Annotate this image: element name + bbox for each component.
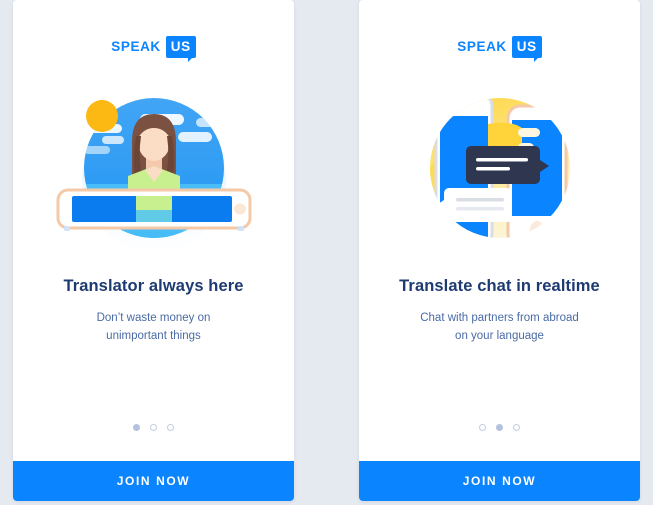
card-subtitle-line-1: Don’t waste money on [96, 312, 211, 324]
dark-chat-bubble [465, 146, 549, 184]
card-subtitle-line-2: on your language [455, 329, 544, 342]
card-subtitle-line-1: Chat with partners from abroad [420, 312, 579, 324]
illustration-woman-with-laptop [34, 80, 274, 255]
pagination-dot-2[interactable] [150, 424, 157, 431]
card-subtitle: Chat with partners from abroad on your l… [420, 310, 579, 346]
brand-logo: SPEAK US [457, 36, 542, 62]
card-subtitle-line-2: unimportant things [106, 329, 201, 342]
card-subtitle: Don’t waste money on unimportant things [97, 310, 211, 346]
brand-logo-badge: US [165, 36, 196, 62]
brand-logo-word: SPEAK [457, 39, 507, 55]
brand-logo-badge: US [511, 36, 542, 62]
join-now-button[interactable]: JOIN NOW [359, 461, 640, 501]
join-now-button[interactable]: JOIN NOW [13, 461, 294, 501]
pagination-dot-2[interactable] [496, 424, 503, 431]
pagination-dots [359, 424, 640, 431]
onboarding-card-translator: SPEAK US Translator always here Don’t wa… [13, 0, 294, 501]
card-title: Translate chat in realtime [399, 277, 600, 295]
pagination-dot-1[interactable] [133, 424, 140, 431]
woman-with-laptop-illustration [56, 98, 251, 252]
onboarding-card-chat: SPEAK US Translate chat in realtime Chat… [359, 0, 640, 501]
pagination-dot-3[interactable] [167, 424, 174, 431]
white-chat-bubble [434, 188, 512, 222]
illustration-two-phones-chat [380, 80, 620, 255]
landscape-phone-device [56, 188, 251, 231]
pagination-dot-3[interactable] [513, 424, 520, 431]
onboarding-cards-stage: SPEAK US Translator always here Don’t wa… [0, 0, 653, 505]
two-phones-chat-illustration [429, 98, 570, 238]
card-title: Translator always here [63, 277, 244, 295]
brand-logo: SPEAK US [111, 36, 196, 62]
pagination-dots [13, 424, 294, 431]
brand-logo-word: SPEAK [111, 39, 161, 55]
pagination-dot-1[interactable] [479, 424, 486, 431]
